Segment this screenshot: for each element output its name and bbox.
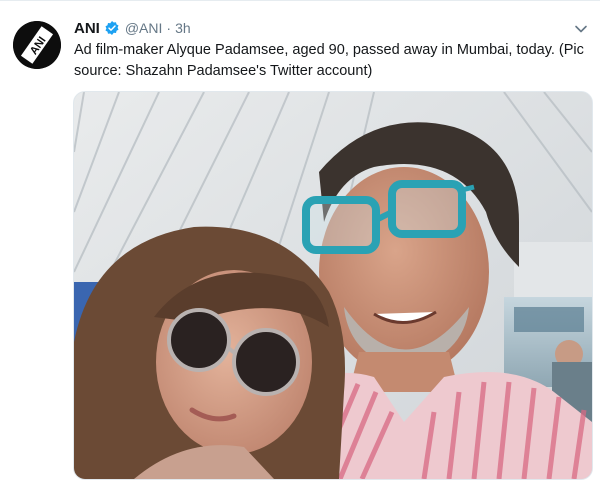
- tweet-card[interactable]: ANI ANI @ANI · 3h Ad film-maker Alyque P…: [0, 0, 600, 486]
- divider: [0, 0, 600, 1]
- verified-badge-icon: [104, 20, 120, 36]
- author-name[interactable]: ANI: [74, 20, 100, 37]
- tweet-text: Ad film-maker Alyque Padamsee, aged 90, …: [74, 42, 584, 79]
- tweet-header: ANI @ANI · 3h: [74, 18, 191, 38]
- separator-dot: ·: [166, 20, 172, 36]
- chevron-down-icon[interactable]: [574, 22, 588, 36]
- avatar[interactable]: ANI: [13, 21, 61, 69]
- tweet-timestamp[interactable]: 3h: [175, 20, 191, 36]
- tweet-photo[interactable]: [73, 91, 593, 480]
- selfie-photo: [74, 92, 592, 479]
- author-handle[interactable]: @ANI: [125, 20, 163, 36]
- ani-logo-icon: ANI: [13, 21, 61, 69]
